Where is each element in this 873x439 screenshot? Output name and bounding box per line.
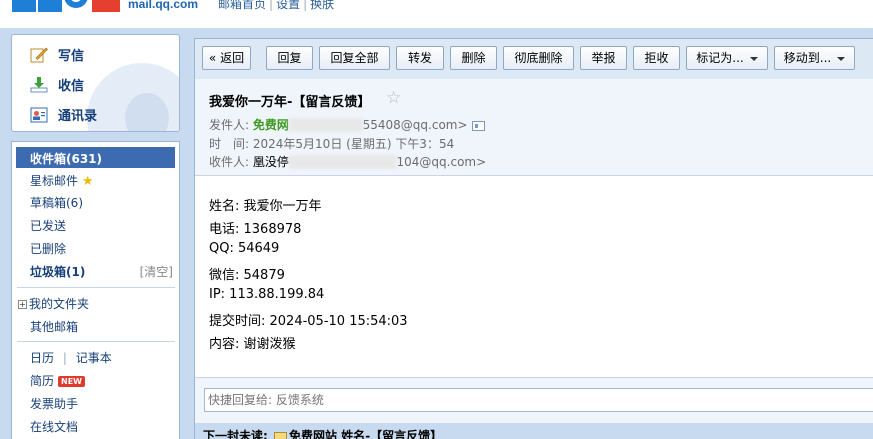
- recipient-name[interactable]: 凰没停: [253, 155, 289, 169]
- body-line: 电话: 1368978: [209, 222, 302, 237]
- folder-starred[interactable]: 星标邮件 ★: [30, 172, 94, 189]
- quick-actions-panel: 写信 收信 通讯录: [11, 34, 180, 132]
- next-unread-label: 下一封未读:: [203, 429, 268, 439]
- app-separator: |: [62, 351, 67, 365]
- body-line: QQ: 54649: [209, 241, 280, 256]
- new-badge: NEW: [58, 376, 85, 387]
- next-unread[interactable]: 下一封未读: 免费网站 姓名-【留言反馈】: [203, 427, 442, 439]
- folder-my-folders[interactable]: + 我的文件夹: [18, 295, 89, 312]
- logo-domain: mail.qq.com: [128, 0, 199, 11]
- time-row: 时 间: 2024年5月10日 (星期五) 下午3：54: [209, 135, 454, 152]
- recipient-row: 收件人: 凰没停ABCDEFGHIJKLMN104@qq.com>: [209, 153, 486, 170]
- contacts-button[interactable]: 通讯录: [30, 105, 97, 124]
- sender-name[interactable]: 免费网: [253, 118, 289, 132]
- mail-subject: 我爱你一万年-【留言反馈】: [209, 95, 371, 110]
- envelope-icon: [274, 432, 287, 439]
- folder-list: 收件箱(631) 星标邮件 ★ 草稿箱(6) 已发送 已删除 垃圾箱(1) [清…: [11, 141, 180, 439]
- body-line: 提交时间: 2024-05-10 15:54:03: [209, 314, 408, 329]
- skin-link[interactable]: 换肤: [310, 0, 334, 11]
- top-header: mail.qq.com 邮箱首页 | 设置 | 换肤: [0, 0, 873, 28]
- delete-permanent-button[interactable]: 彻底删除: [503, 46, 574, 70]
- contacts-label: 通讯录: [58, 109, 98, 124]
- chevron-down-icon: [837, 56, 846, 61]
- home-link[interactable]: 邮箱首页: [218, 0, 266, 11]
- mark-as-label: 标记为...: [696, 51, 744, 65]
- from-label: 发件人:: [209, 118, 250, 132]
- next-unread-bar: 下一封未读: 免费网站 姓名-【留言反馈】: [195, 423, 873, 439]
- body-line: 姓名: 我爱你一万年: [209, 199, 322, 214]
- compose-label: 写信: [58, 49, 85, 64]
- sender-redacted: ABCDEFGHIJ: [288, 118, 363, 132]
- qq-mail-logo[interactable]: [12, 0, 122, 16]
- app-calendar-notes: 日历 | 记事本: [30, 349, 112, 366]
- folder-starred-label: 星标邮件: [30, 174, 79, 188]
- calendar-link[interactable]: 日历: [30, 351, 54, 365]
- receive-icon: [30, 76, 48, 92]
- time-label: 时 间:: [209, 137, 250, 151]
- next-unread-subject: 姓名-【留言反馈】: [341, 429, 443, 439]
- delete-button[interactable]: 删除: [450, 46, 497, 70]
- reply-all-button[interactable]: 回复全部: [319, 46, 390, 70]
- divider: [17, 287, 175, 288]
- receive-label: 收信: [58, 79, 85, 94]
- top-links: 邮箱首页 | 设置 | 换肤: [218, 0, 334, 12]
- folder-inbox-label: 收件箱(631): [30, 152, 103, 166]
- folder-other-mailbox[interactable]: 其他邮箱: [30, 318, 78, 335]
- app-docs[interactable]: 在线文档: [30, 418, 78, 435]
- back-button[interactable]: « 返回: [202, 46, 251, 70]
- move-to-dropdown[interactable]: 移动到...: [774, 46, 855, 70]
- settings-link[interactable]: 设置: [276, 0, 300, 11]
- to-label: 收件人:: [209, 155, 250, 169]
- chevron-down-icon: [749, 56, 758, 61]
- time-value: 2024年5月10日 (星期五) 下午3：54: [252, 137, 455, 151]
- star-toggle-icon[interactable]: ☆: [386, 88, 401, 108]
- reply-button[interactable]: 回复: [266, 46, 313, 70]
- receive-button[interactable]: 收信: [30, 75, 84, 94]
- folder-inbox[interactable]: 收件箱(631): [16, 147, 175, 168]
- recipient-address: 104@qq.com>: [396, 155, 487, 169]
- sender-address: 55408@qq.com>: [362, 118, 468, 132]
- contact-card-icon[interactable]: [471, 120, 485, 131]
- mail-toolbar: « 返回 回复 回复全部 转发 删除 彻底删除 举报 拒收 标记为... 移动到…: [195, 39, 873, 79]
- compose-button[interactable]: 写信: [30, 45, 84, 64]
- body-line: 内容: 谢谢泼猴: [209, 337, 296, 352]
- body-line: IP: 113.88.199.84: [209, 287, 325, 302]
- expand-icon[interactable]: +: [18, 300, 27, 309]
- folder-drafts[interactable]: 草稿箱(6): [30, 194, 83, 211]
- recipient-redacted: ABCDEFGHIJKLMN: [288, 155, 397, 169]
- body-line: 微信: 54879: [209, 268, 285, 283]
- mail-header: 我爱你一万年-【留言反馈】 ☆ 发件人: 免费网ABCDEFGHIJ55408@…: [195, 79, 873, 176]
- forward-button[interactable]: 转发: [396, 46, 444, 70]
- compose-icon: [30, 47, 48, 62]
- folder-spam[interactable]: 垃圾箱(1): [30, 263, 85, 280]
- contacts-icon: [30, 107, 48, 122]
- report-button[interactable]: 举报: [580, 46, 627, 70]
- notes-link[interactable]: 记事本: [76, 351, 112, 365]
- folder-sent[interactable]: 已发送: [30, 217, 66, 234]
- reject-button[interactable]: 拒收: [633, 46, 680, 70]
- folder-my-folders-label: 我的文件夹: [29, 297, 90, 311]
- sender-row: 发件人: 免费网ABCDEFGHIJ55408@qq.com>: [209, 116, 485, 133]
- mark-as-dropdown[interactable]: 标记为...: [686, 46, 768, 70]
- app-invoice[interactable]: 发票助手: [30, 395, 78, 412]
- app-resume-label: 简历: [30, 374, 55, 388]
- star-icon: ★: [81, 174, 94, 189]
- move-to-label: 移动到...: [783, 51, 832, 65]
- divider: [17, 341, 175, 342]
- link-separator: |: [269, 0, 274, 11]
- app-resume[interactable]: 简历 NEW: [30, 372, 85, 389]
- link-separator: |: [303, 0, 308, 11]
- mail-panel: « 返回 回复 回复全部 转发 删除 彻底删除 举报 拒收 标记为... 移动到…: [194, 38, 873, 439]
- quick-reply-input[interactable]: [204, 388, 873, 412]
- folder-deleted[interactable]: 已删除: [30, 240, 66, 257]
- next-unread-sender: 免费网站: [289, 429, 338, 439]
- quick-reply-area: [195, 377, 873, 423]
- clear-spam-link[interactable]: [清空]: [140, 263, 173, 280]
